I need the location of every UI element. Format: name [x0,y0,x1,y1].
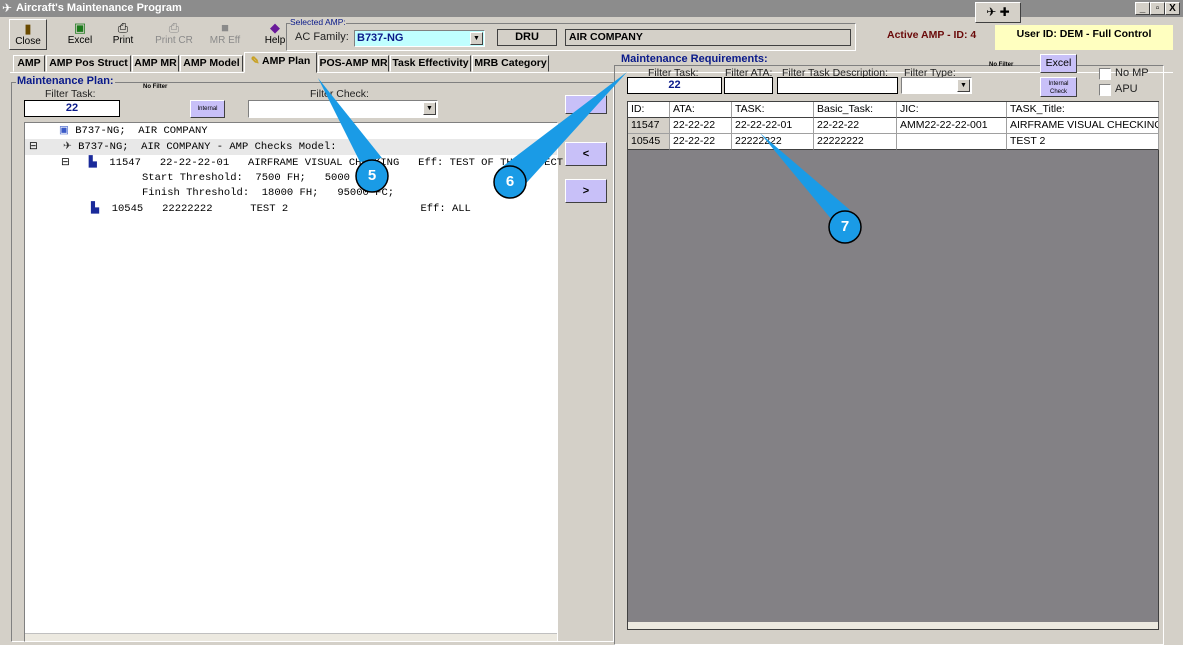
tab-amp-plan[interactable]: ✎ AMP Plan [244,52,317,73]
callout-5-label: 5 [367,167,377,184]
callout-overlay [318,72,862,244]
callout-7-pointer [760,133,850,220]
callout-5-pointer [318,78,382,162]
horizontal-scrollbar[interactable] [25,633,557,641]
notepad-icon: ✎ [250,55,260,67]
callout-7-label: 7 [840,218,850,235]
tab-amp-plan-label: AMP Plan [262,55,311,67]
callout-6-label: 6 [505,173,515,190]
